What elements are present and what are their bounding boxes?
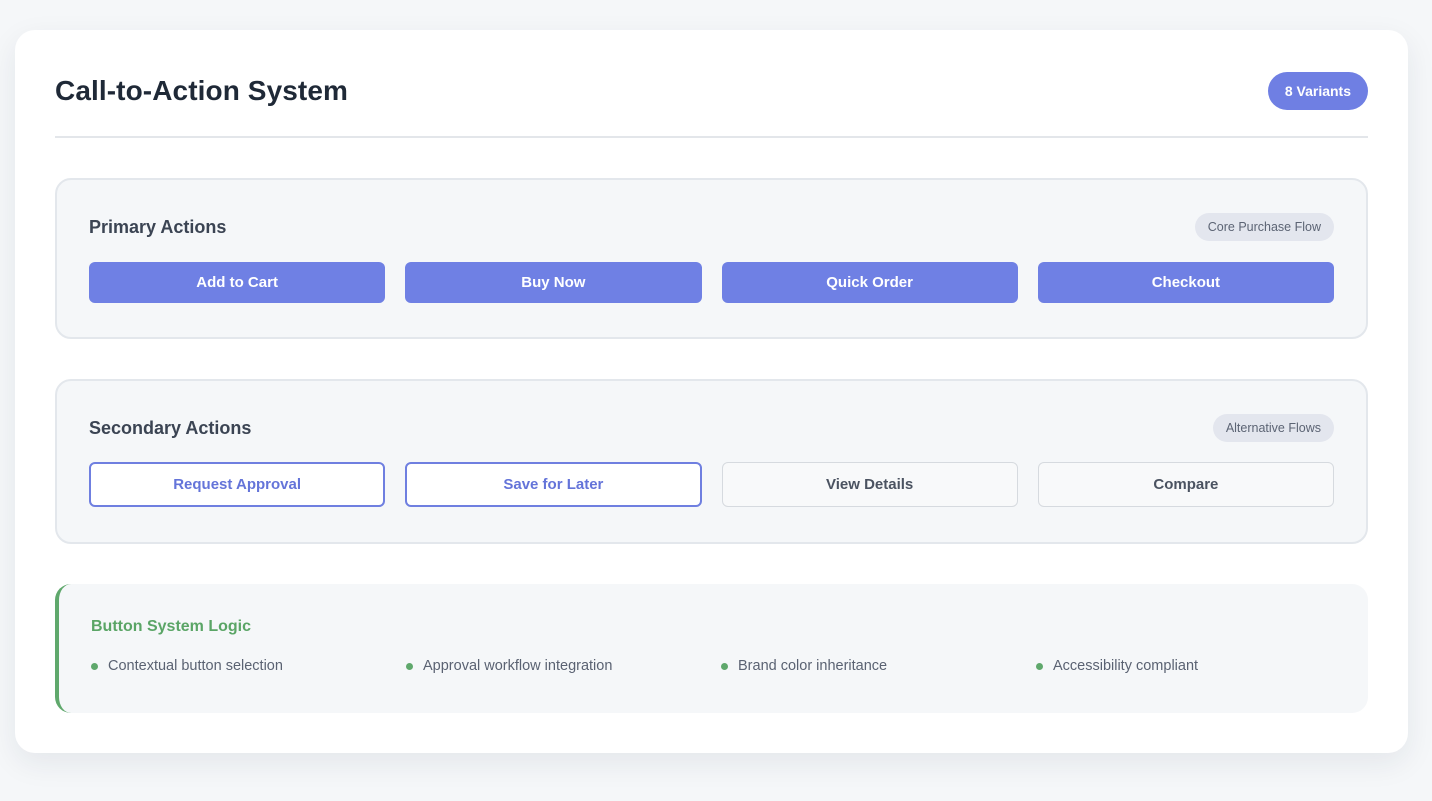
bullet-dot-icon	[406, 662, 413, 670]
logic-item-label: Accessibility compliant	[1053, 658, 1199, 674]
card-header: Call-to-Action System 8 Variants	[55, 30, 1368, 138]
buy-now-button[interactable]: Buy Now	[405, 262, 702, 303]
primary-button-row: Add to Cart Buy Now Quick Order Checkout	[89, 262, 1334, 303]
logic-item-label: Approval workflow integration	[423, 658, 613, 674]
logic-item: Contextual button selection	[91, 658, 406, 674]
secondary-actions-group: Secondary Actions Alternative Flows Requ…	[55, 379, 1368, 544]
secondary-button-row: Request Approval Save for Later View Det…	[89, 462, 1334, 507]
bullet-dot-icon	[1036, 662, 1043, 670]
core-purchase-flow-tag: Core Purchase Flow	[1194, 213, 1334, 241]
logic-title: Button System Logic	[91, 618, 252, 635]
checkout-button[interactable]: Checkout	[1037, 262, 1334, 303]
request-approval-button[interactable]: Request Approval	[89, 462, 386, 507]
save-for-later-button[interactable]: Save for Later	[405, 462, 702, 507]
variants-badge: 8 Variants	[1267, 72, 1368, 110]
alternative-flows-tag: Alternative Flows	[1212, 414, 1334, 442]
secondary-actions-header: Secondary Actions Alternative Flows	[89, 413, 1334, 443]
quick-order-button[interactable]: Quick Order	[721, 262, 1018, 303]
view-details-button[interactable]: View Details	[721, 462, 1018, 507]
logic-item-label: Contextual button selection	[108, 658, 283, 674]
button-system-logic-panel: Button System Logic Contextual button se…	[55, 584, 1368, 713]
primary-actions-group: Primary Actions Core Purchase Flow Add t…	[55, 178, 1368, 339]
compare-button[interactable]: Compare	[1037, 462, 1334, 507]
page-title: Call-to-Action System	[55, 75, 349, 106]
primary-actions-header: Primary Actions Core Purchase Flow	[89, 212, 1334, 242]
primary-actions-title: Primary Actions	[89, 216, 227, 237]
logic-list: Contextual button selection Approval wor…	[91, 658, 1368, 674]
logic-item-label: Brand color inheritance	[738, 658, 888, 674]
cta-system-card: Call-to-Action System 8 Variants Primary…	[15, 30, 1408, 753]
logic-item: Approval workflow integration	[406, 658, 721, 674]
add-to-cart-button[interactable]: Add to Cart	[89, 262, 386, 303]
logic-item: Accessibility compliant	[1036, 658, 1351, 674]
secondary-actions-title: Secondary Actions	[89, 417, 252, 438]
bullet-dot-icon	[721, 662, 728, 670]
logic-item: Brand color inheritance	[721, 658, 1036, 674]
bullet-dot-icon	[91, 662, 98, 670]
